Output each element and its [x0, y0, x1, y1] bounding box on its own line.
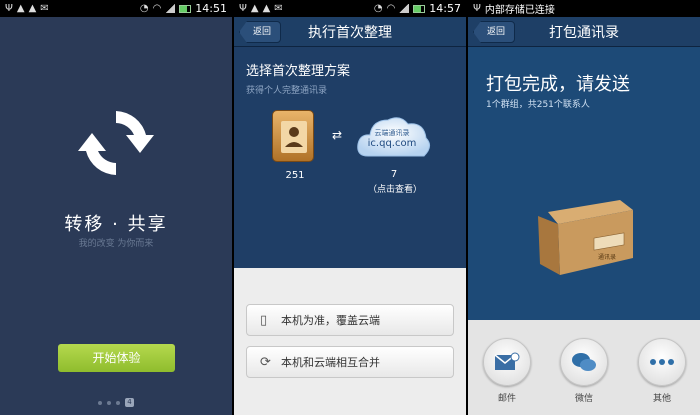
- package-box-icon: [538, 200, 633, 275]
- signal-icon: [165, 4, 176, 13]
- title-bar: 返回 打包通讯录: [468, 17, 700, 47]
- android-icon: ▲: [28, 3, 37, 14]
- share-wechat-label: 微信: [574, 394, 593, 404]
- usb-icon: Ψ: [5, 3, 13, 14]
- cloud-domain: ic.qq.com: [367, 138, 417, 149]
- share-more-button[interactable]: [638, 338, 686, 386]
- back-button[interactable]: 返回: [239, 21, 282, 43]
- first-organize-screen: Ψ ▲ ▲ ✉ ◔ ◠ 14:57 返回 执行首次整理 选择首次整理方案 获得个…: [234, 0, 466, 415]
- page-title: 执行首次整理: [308, 24, 392, 41]
- usb-icon: Ψ: [239, 3, 247, 14]
- wechat-icon: [572, 353, 596, 371]
- cloud-contact-count: 7: [390, 169, 398, 180]
- sync-arrows-icon: ⇄: [332, 128, 343, 142]
- share-mail-label: 邮件: [497, 394, 516, 404]
- page-dot: [107, 400, 111, 405]
- android-icon: ▲: [262, 3, 271, 14]
- options-area: ▯ 本机为准，覆盖云端 ⟳ 本机和云端相互合并: [234, 268, 466, 415]
- merge-icon: ⟳: [260, 355, 271, 370]
- share-wechat-button[interactable]: [560, 338, 608, 386]
- status-bar: Ψ ▲ ▲ ✉ ◔ ◠ 14:57: [234, 0, 466, 17]
- mail-notification-icon: ✉: [274, 3, 283, 14]
- option-label: 本机为准，覆盖云端: [281, 314, 380, 327]
- back-button[interactable]: 返回: [473, 21, 516, 43]
- usb-icon: Ψ: [473, 3, 481, 14]
- local-contact-count: 251: [285, 170, 305, 181]
- share-mail-button[interactable]: [483, 338, 531, 386]
- page-dot: [98, 400, 102, 405]
- page-indicator: 4: [0, 398, 232, 407]
- brand-title: 转移 · 共享: [64, 214, 168, 235]
- section-heading: 选择首次整理方案: [246, 64, 351, 79]
- section-subheading: 获得个人完整通讯录: [246, 86, 328, 96]
- signal-icon: [399, 4, 410, 13]
- battery-icon: [179, 4, 192, 13]
- local-contacts-book-icon[interactable]: [272, 110, 314, 162]
- status-time: 14:51: [195, 2, 227, 15]
- welcome-screen: Ψ ▲ ▲ ✉ ◔ ◠ 14:51 转移 · 共享 我的改变 为你而来 开始体验…: [0, 0, 232, 415]
- phone-icon: ▯: [260, 313, 268, 328]
- status-bar: Ψ 内部存储已连接: [468, 0, 700, 17]
- wifi-icon: ◠: [386, 3, 396, 14]
- box-label: 通讯录: [597, 254, 616, 261]
- more-icon: [650, 359, 674, 365]
- start-button[interactable]: 开始体验: [58, 344, 175, 372]
- page-dot: [116, 400, 120, 405]
- status-time: 14:57: [429, 2, 461, 15]
- cloud-label: 云端通讯录: [374, 129, 410, 137]
- android-icon: ▲: [16, 3, 25, 14]
- wifi-icon: ◠: [152, 3, 162, 14]
- page-title: 打包通讯录: [549, 24, 619, 41]
- merge-button[interactable]: ⟳ 本机和云端相互合并: [246, 346, 454, 378]
- alarm-icon: ◔: [139, 3, 149, 14]
- pack-summary: 1个群组，共251个联系人: [486, 100, 590, 110]
- overwrite-cloud-button[interactable]: ▯ 本机为准，覆盖云端: [246, 304, 454, 336]
- alarm-icon: ◔: [373, 3, 383, 14]
- mail-icon: [494, 352, 520, 370]
- pack-contacts-screen: Ψ 内部存储已连接 返回 打包通讯录 打包完成，请发送 1个群组，共251个联系…: [468, 0, 700, 415]
- title-bar: 返回 执行首次整理: [234, 17, 466, 47]
- status-notice: 内部存储已连接: [484, 5, 555, 16]
- sync-logo-icon: [78, 111, 154, 175]
- cloud-view-link[interactable]: （点击查看）: [360, 182, 430, 195]
- battery-icon: [413, 4, 426, 13]
- option-label: 本机和云端相互合并: [281, 356, 380, 369]
- status-bar: Ψ ▲ ▲ ✉ ◔ ◠ 14:51: [0, 0, 232, 17]
- android-icon: ▲: [250, 3, 259, 14]
- share-more-label: 其他: [652, 394, 671, 404]
- page-dot-current: 4: [125, 398, 134, 407]
- pack-complete-heading: 打包完成，请发送: [486, 74, 630, 95]
- mail-notification-icon: ✉: [40, 3, 49, 14]
- brand-slogan: 我的改变 为你而来: [78, 239, 154, 249]
